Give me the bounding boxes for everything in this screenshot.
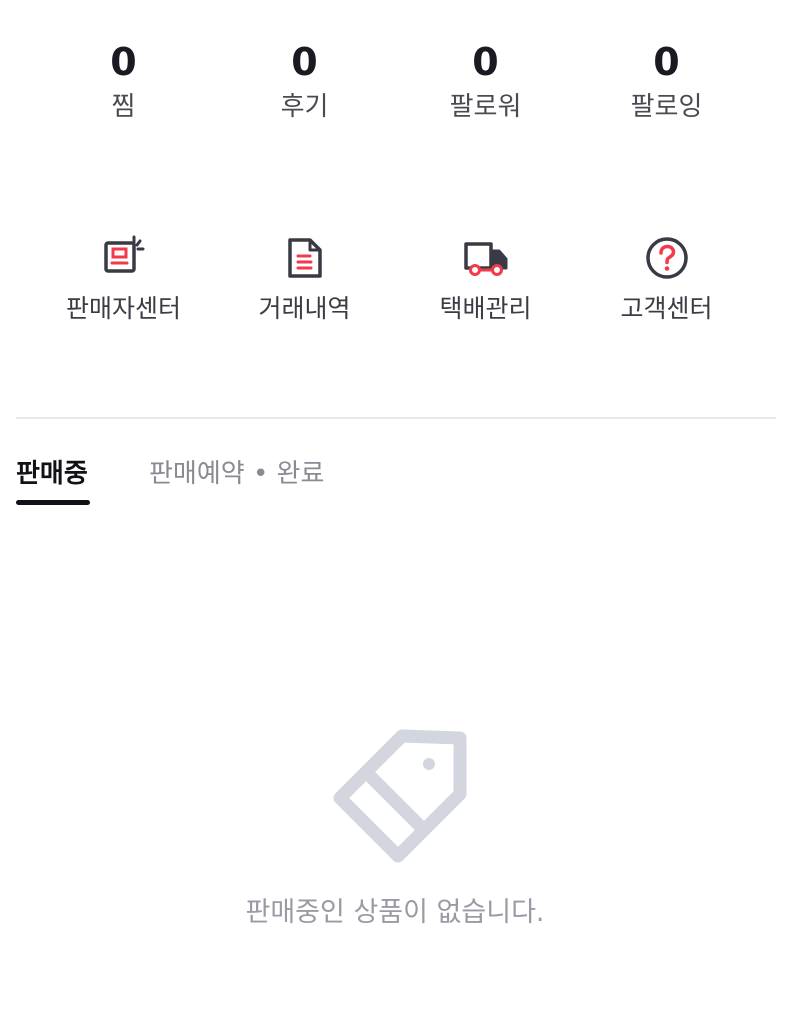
stat-count: 0 [110,40,137,84]
stat-label: 팔로워 [449,92,522,122]
stat-following[interactable]: 0 팔로잉 [576,40,757,124]
question-circle-icon [645,237,688,279]
stat-count: 0 [653,40,680,84]
menu-label: 고객센터 [620,294,713,323]
menu-label: 거래내역 [258,294,351,323]
stat-count: 0 [291,40,318,84]
menu-item-transactions[interactable]: 거래내역 [214,234,395,326]
tab-selling[interactable]: 판매중 [16,456,88,492]
stat-wishlist[interactable]: 0 찜 [33,40,214,124]
menu-item-customer-center[interactable]: 고객센터 [576,234,757,326]
document-icon [287,238,322,278]
profile-page: 0 찜 0 후기 0 팔로워 0 팔로잉 판매자센터 거래내역 택배관리 고객센… [0,0,790,1028]
menu-label: 판매자센터 [65,294,181,323]
delivery-truck-icon [463,242,507,276]
menu-label: 택배관리 [439,294,532,323]
empty-state-message: 판매중인 상품이 없습니다. [245,897,545,928]
stat-count: 0 [472,40,499,84]
active-tab-indicator [16,500,90,505]
menu-item-delivery[interactable]: 택배관리 [395,234,576,326]
stat-followers[interactable]: 0 팔로워 [395,40,576,124]
stat-label: 팔로잉 [630,92,703,122]
stat-reviews[interactable]: 0 후기 [214,40,395,124]
stat-label: 찜 [111,92,136,122]
seller-center-icon [103,235,144,273]
stats-row: 0 찜 0 후기 0 팔로워 0 팔로잉 [33,40,757,124]
stat-label: 후기 [280,92,329,122]
section-divider [16,417,776,419]
menu-item-seller-center[interactable]: 판매자센터 [33,234,214,326]
shortcut-menu: 판매자센터 거래내역 택배관리 고객센터 [33,234,757,326]
price-tag-icon [333,729,467,863]
tab-reserved-completed[interactable]: 판매예약 • 완료 [149,456,324,492]
sales-tabs: 판매중 판매예약 • 완료 [16,456,776,508]
